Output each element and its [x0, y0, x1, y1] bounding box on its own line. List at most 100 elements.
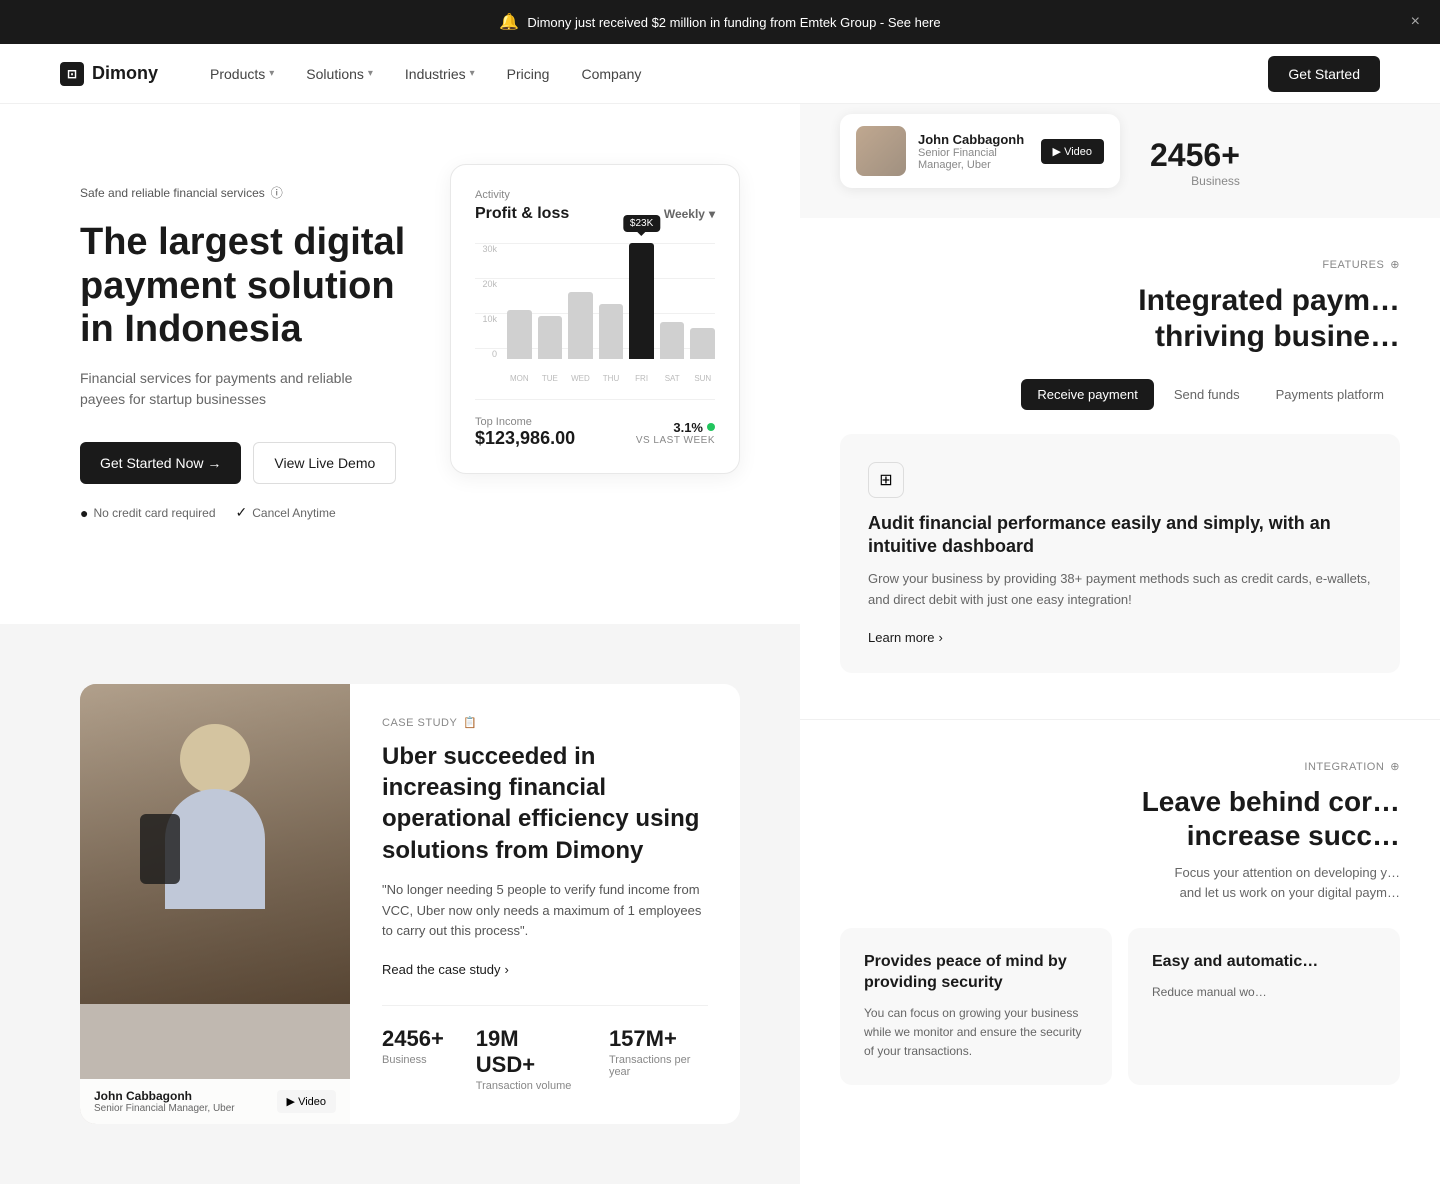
case-study-content: CASE STUDY 📋 Uber succeeded in increasin…: [350, 684, 740, 1124]
tab-send-funds[interactable]: Send funds: [1158, 379, 1256, 410]
int-card-title: Easy and automatic…: [1152, 952, 1376, 973]
video-play-button[interactable]: ▶ Video: [277, 1090, 336, 1113]
integration-title: Leave behind cor…increase succ…: [840, 785, 1400, 852]
bar-group: [568, 243, 593, 359]
feature-card-desc: Grow your business by providing 38+ paym…: [868, 569, 1372, 611]
nav-solutions[interactable]: Solutions ▾: [294, 58, 385, 90]
integration-desc: Focus your attention on developing y…and…: [840, 863, 1400, 905]
bar-chart: 30k 20k 10k 0: [475, 243, 715, 383]
announcement-banner: 🔔 Dimony just received $2 million in fun…: [0, 0, 1440, 44]
bar-group: [538, 243, 563, 359]
testimonial-avatar: [856, 126, 906, 176]
trust-no-credit-card: ● No credit card required: [80, 504, 216, 521]
grid-label: 0: [475, 349, 503, 359]
nav-industries[interactable]: Industries ▾: [393, 58, 487, 90]
stat-transaction-volume: 19M USD+ Transaction volume: [476, 1026, 577, 1092]
view-live-demo-button[interactable]: View Live Demo: [253, 442, 396, 484]
hero-buttons: Get Started Now → View Live Demo: [80, 442, 410, 484]
logo[interactable]: ⊡ Dimony: [60, 62, 158, 86]
stat-transactions-per-year: 157M+ Transactions per year: [609, 1026, 708, 1092]
bar-day-label: TUE: [538, 374, 563, 383]
tab-payments-platform[interactable]: Payments platform: [1260, 379, 1400, 410]
testimonial-video-button[interactable]: ▶ Video: [1041, 139, 1104, 164]
grid-label: 10k: [475, 314, 503, 324]
bar-group: [660, 243, 685, 359]
bar: [690, 328, 715, 359]
case-study-tag: CASE STUDY 📋: [382, 716, 708, 729]
trust-cancel-anytime: ✓ Cancel Anytime: [236, 504, 336, 521]
chevron-down-icon: ▾: [368, 68, 373, 79]
nav-links: Products ▾ Solutions ▾ Industries ▾ Pric…: [198, 58, 1268, 90]
stat-big-label: Business: [1150, 174, 1240, 188]
learn-more-link[interactable]: Learn more ›: [868, 630, 1372, 645]
stat-transactions-label: Transactions per year: [609, 1054, 708, 1078]
main-wrapper: Safe and reliable financial services ⓘ T…: [0, 104, 1440, 1184]
stat-transactions-value: 157M+: [609, 1026, 708, 1052]
stat-business-label: Business: [382, 1054, 444, 1066]
check-icon: ✓: [236, 504, 248, 521]
clipboard-icon: 📋: [463, 716, 477, 729]
features-section: FEATURES ⊕ Integrated paym…thriving busi…: [800, 218, 1440, 719]
features-icon: ⊕: [1390, 258, 1400, 271]
hero-title: The largest digital payment solution in …: [80, 221, 410, 352]
income-label: Top Income: [475, 416, 575, 428]
grid-label: 20k: [475, 279, 503, 289]
case-study-image: John Cabbagonh Senior Financial Manager,…: [80, 684, 350, 1124]
chart-period[interactable]: Weekly ▾: [664, 207, 715, 221]
hero-trust: ● No credit card required ✓ Cancel Anyti…: [80, 504, 410, 521]
bar-group: $23K: [629, 243, 654, 359]
nav-products[interactable]: Products ▾: [198, 58, 286, 90]
video-person-name: John Cabbagonh: [94, 1089, 235, 1103]
testimonial-role: Senior Financial Manager, Uber: [918, 147, 1029, 171]
feature-card: ⊞ Audit financial performance easily and…: [840, 434, 1400, 673]
bar-group: [690, 243, 715, 359]
bar: [507, 310, 532, 359]
stat-big-value: 2456+: [1150, 137, 1240, 174]
tab-receive-payment[interactable]: Receive payment: [1021, 379, 1153, 410]
bar-day-label: SUN: [690, 374, 715, 383]
hero-subtitle: Financial services for payments and reli…: [80, 368, 380, 410]
testimonial-info: John Cabbagonh Senior Financial Manager,…: [918, 132, 1029, 171]
income-vs: VS LAST WEEK: [636, 435, 715, 446]
banner-close-button[interactable]: ×: [1411, 13, 1420, 31]
integration-tag: INTEGRATION ⊕: [840, 760, 1400, 773]
chart-label: Activity: [475, 189, 715, 201]
features-title: Integrated paym…thriving busine…: [840, 283, 1400, 355]
nav-pricing[interactable]: Pricing: [495, 58, 562, 90]
stat-transaction-label: Transaction volume: [476, 1080, 577, 1092]
get-started-button[interactable]: Get Started: [1268, 56, 1380, 92]
chevron-down-icon: ▾: [269, 68, 274, 79]
bar: [660, 322, 685, 359]
stat-transaction-value: 19M USD+: [476, 1026, 577, 1078]
case-study-quote: "No longer needing 5 people to verify fu…: [382, 880, 708, 942]
income-value: $123,986.00: [475, 428, 575, 449]
bar-labels: MONTUEWEDTHUFRISATSUN: [507, 374, 715, 383]
chart-bottom: Top Income $123,986.00 3.1% VS LAST WEEK: [475, 399, 715, 449]
chart-title: Profit & loss Weekly ▾: [475, 205, 715, 223]
get-started-now-button[interactable]: Get Started Now →: [80, 442, 241, 484]
case-study-card: John Cabbagonh Senior Financial Manager,…: [80, 684, 740, 1124]
feature-card-title: Audit financial performance easily and s…: [868, 512, 1372, 559]
bar: [599, 304, 624, 359]
bar: [568, 292, 593, 359]
features-tabs: Receive payment Send funds Payments plat…: [840, 379, 1400, 410]
testimonial-card: John Cabbagonh Senior Financial Manager,…: [840, 114, 1120, 188]
read-case-study-link[interactable]: Read the case study ›: [382, 962, 708, 977]
bar-day-label: SAT: [660, 374, 685, 383]
stat-business: 2456+ Business: [382, 1026, 444, 1092]
case-study-section: John Cabbagonh Senior Financial Manager,…: [0, 624, 800, 1184]
nav-company[interactable]: Company: [569, 58, 653, 90]
video-badge: John Cabbagonh Senior Financial Manager,…: [80, 1079, 350, 1124]
int-card-title: Provides peace of mind by providing secu…: [864, 952, 1088, 994]
integration-cards: Provides peace of mind by providing secu…: [840, 928, 1400, 1085]
bar: [538, 316, 563, 359]
arrow-right-icon: ›: [938, 630, 942, 645]
right-top: John Cabbagonh Senior Financial Manager,…: [800, 104, 1440, 218]
bar-day-label: THU: [599, 374, 624, 383]
navbar: ⊡ Dimony Products ▾ Solutions ▾ Industri…: [0, 44, 1440, 104]
hero-badge: Safe and reliable financial services ⓘ: [80, 184, 410, 201]
stat-big: 2456+ Business: [1150, 137, 1240, 188]
bar-day-label: WED: [568, 374, 593, 383]
integration-card-automation: Easy and automatic… Reduce manual wo…: [1128, 928, 1400, 1085]
website-panel: Safe and reliable financial services ⓘ T…: [0, 104, 800, 1184]
